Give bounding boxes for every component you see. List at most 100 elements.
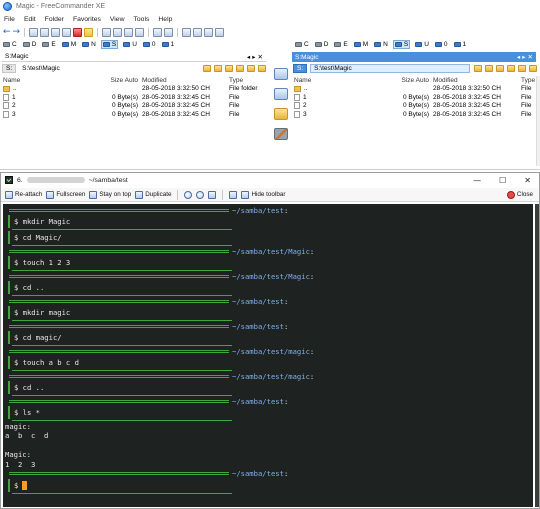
right-drive-e[interactable]: E [333,40,348,49]
col-size[interactable]: Size Auto [103,77,138,84]
view-details-icon[interactable] [102,27,112,37]
zoom-in-button[interactable] [184,190,193,199]
col-name[interactable]: Name [294,77,384,84]
grid-icon[interactable] [182,27,192,37]
folder-favorites-icon[interactable] [485,64,493,72]
folder-menu-icon[interactable] [258,64,266,72]
move-icon[interactable] [40,27,50,37]
equal-panels-icon[interactable] [274,88,288,100]
close-icon[interactable]: ✕ [524,176,531,185]
col-type[interactable]: Type [229,77,265,84]
stay-on-top-button[interactable]: Stay on top [89,190,131,199]
right-drive-c[interactable]: C [294,40,310,49]
left-path-field[interactable]: S:\test\Magic [19,64,63,73]
delete-icon[interactable] [73,27,83,37]
menu-help[interactable]: Help [158,16,172,23]
menu-edit[interactable]: Edit [24,16,36,23]
menu-tools[interactable]: Tools [134,16,150,23]
menu-view[interactable]: View [110,16,125,23]
col-modified[interactable]: Modified [138,77,229,84]
folder-favorites-icon[interactable] [214,64,222,72]
file-row[interactable]: .. 28-05-2018 3:32:50 CH File [294,85,536,94]
file-row[interactable]: 1 0 Byte(s) 28-05-2018 3:32:45 CH File [294,93,536,102]
lock-button[interactable] [208,190,217,199]
input-line[interactable]: $ [8,478,236,494]
folder-history-icon[interactable] [203,64,211,72]
left-drive-n[interactable]: N [81,40,97,49]
menu-favorites[interactable]: Favorites [73,16,101,23]
left-drive-u[interactable]: U [122,40,138,49]
terminal-close-button[interactable]: Close [506,190,533,199]
properties-icon[interactable] [193,27,203,37]
menu-folder[interactable]: Folder [45,16,64,23]
file-row[interactable]: 2 0 Byte(s) 28-05-2018 3:32:45 CH File [294,102,536,111]
file-row[interactable]: 3 0 Byte(s) 28-05-2018 3:32:45 CH File [3,110,265,119]
left-drive-m[interactable]: M [61,40,77,49]
file-row[interactable]: 3 0 Byte(s) 28-05-2018 3:32:45 CH File [294,110,536,119]
col-size[interactable]: Size Auto [384,77,429,84]
left-drive-tag[interactable]: S: [2,63,17,73]
right-drive-s[interactable]: S [392,40,411,49]
right-drive-d[interactable]: D [314,40,330,49]
right-drive-1[interactable]: 1 [453,40,468,49]
minimize-icon[interactable]: — [473,176,481,185]
left-panel-tab[interactable]: S:Magic [5,53,28,60]
right-drive-0[interactable]: 0 [434,40,449,49]
left-drive-0[interactable]: 0 [142,40,157,49]
left-drive-e[interactable]: E [41,40,56,49]
hide-toolbar-button[interactable]: Hide toolbar [241,190,285,199]
left-tab-arrows-icon[interactable]: ◂ ▸ ✕ [247,53,263,61]
folder-compare-icon[interactable] [274,108,288,120]
toolbar-dropdown-icon[interactable] [215,27,225,37]
folder-root-icon[interactable] [507,64,515,72]
right-drive-u[interactable]: U [414,40,430,49]
right-drive-tag[interactable]: S: [293,63,308,73]
maximize-icon[interactable]: ☐ [499,176,506,185]
left-drive-c[interactable]: C [2,40,18,49]
right-drive-m[interactable]: M [353,40,369,49]
sync-icon[interactable] [164,27,174,37]
left-drive-s[interactable]: S [100,40,119,49]
col-modified[interactable]: Modified [429,77,521,84]
folder-history-icon[interactable] [474,64,482,72]
left-drive-1[interactable]: 1 [161,40,176,49]
file-row[interactable]: 2 0 Byte(s) 28-05-2018 3:32:45 CH File [3,102,265,111]
file-row[interactable]: .. 28-05-2018 3:32:50 CH File folder [3,85,265,94]
col-type[interactable]: Type [521,77,536,84]
view-thumbnails-icon[interactable] [124,27,134,37]
new-folder-icon[interactable] [84,27,94,37]
back-arrow-icon[interactable]: ← [3,27,11,37]
right-panel-scrollbar[interactable] [536,76,540,166]
folder-home-icon[interactable] [247,64,255,72]
right-panel-tab[interactable]: S:Magic [295,54,318,61]
edit-icon[interactable] [62,27,72,37]
right-path-field[interactable]: S:\test\Magic [310,63,471,73]
right-tab-arrows-icon[interactable]: ◂ ▸ ✕ [517,53,533,61]
tools-icon[interactable] [274,128,288,140]
rename-icon[interactable] [51,27,61,37]
reattach-button[interactable]: Re-attach [5,190,42,199]
zoom-out-button[interactable] [196,190,205,199]
left-drive-d[interactable]: D [22,40,38,49]
menu-file[interactable]: File [4,16,15,23]
copy-icon[interactable] [29,27,39,37]
swap-panels-icon[interactable] [274,68,288,80]
folder-home-icon[interactable] [518,64,526,72]
col-name[interactable]: Name [3,77,103,84]
view-list-icon[interactable] [113,27,123,37]
settings-gear-icon[interactable] [204,27,214,37]
forward-arrow-icon[interactable]: → [13,27,21,37]
terminal-console[interactable]: ~/samba/test: $ mkdir Magic $ cd Magic/ ~/s… [3,204,533,507]
folder-menu-icon[interactable] [529,64,537,72]
compare-icon[interactable] [153,27,163,37]
folder-up-icon[interactable] [496,64,504,72]
fullscreen-button[interactable]: Fullscreen [46,190,85,199]
right-drive-n[interactable]: N [373,40,389,49]
file-row[interactable]: 1 0 Byte(s) 28-05-2018 3:32:45 CH File [3,93,265,102]
print-button[interactable] [229,190,238,199]
folder-up-icon[interactable] [225,64,233,72]
view-mode-icon[interactable] [135,27,145,37]
duplicate-button[interactable]: Duplicate [135,190,171,199]
terminal-scrollbar[interactable] [535,204,539,507]
folder-root-icon[interactable] [236,64,244,72]
